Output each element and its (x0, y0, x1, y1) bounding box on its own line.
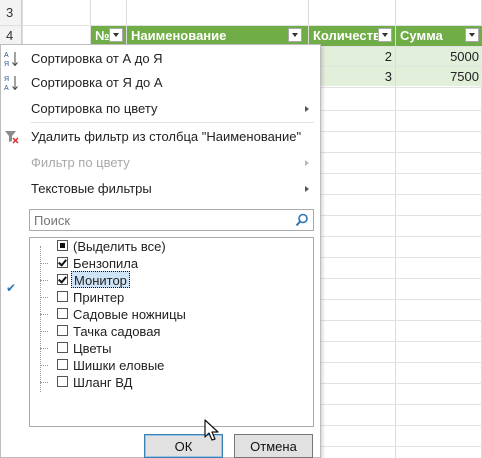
values-list[interactable]: (Выделить все) Бензопила Монитор Принтер… (29, 237, 314, 427)
search-icon[interactable] (295, 213, 309, 227)
list-item-label: Бензопила (73, 256, 139, 271)
tree-tick (40, 365, 48, 366)
sort-by-color-item[interactable]: Сортировка по цвету (1, 97, 320, 121)
header-label: Сумма (400, 28, 443, 43)
cell-sum[interactable]: 5000 (396, 47, 482, 66)
clear-filter-item[interactable]: Удалить фильтр из столбца "Наименование" (1, 125, 320, 149)
sort-desc-item[interactable]: ЯA Сортировка от Я до А (1, 71, 320, 95)
tree-tick (40, 314, 48, 315)
filter-by-color-item: Фильтр по цвету (1, 151, 320, 175)
clear-filter-icon (3, 128, 21, 146)
tree-tick (40, 297, 48, 298)
list-item-label: Монитор (71, 271, 130, 288)
sort-az-icon: AЯ (3, 50, 21, 68)
filter-dropdown-menu: AЯ Сортировка от А до Я ЯA Сортировка от… (0, 44, 321, 458)
item-checkbox[interactable] (57, 291, 68, 302)
cell-quantity[interactable]: 3 (309, 67, 395, 86)
submenu-arrow-icon (305, 186, 309, 192)
mouse-cursor-icon (204, 419, 219, 441)
dropdown-arrow-icon[interactable] (109, 28, 123, 42)
dropdown-arrow-icon[interactable] (378, 28, 392, 42)
svg-text:A: A (4, 85, 9, 92)
row-number[interactable]: 4 (0, 26, 22, 46)
item-checkbox[interactable] (57, 274, 68, 285)
item-checkbox[interactable] (57, 325, 68, 336)
clear-filter-label: Удалить фильтр из столбца "Наименование" (31, 129, 302, 144)
item-checkbox[interactable] (57, 376, 68, 387)
item-checkbox[interactable] (57, 342, 68, 353)
item-checkbox[interactable] (57, 308, 68, 319)
tree-tick (40, 382, 48, 383)
svg-text:Я: Я (4, 76, 9, 83)
list-item-label: Цветы (73, 341, 112, 356)
header-label: Количеств (313, 28, 381, 43)
list-item-label: Шишки еловые (73, 358, 165, 373)
menu-separator (31, 122, 314, 123)
sort-desc-label: Сортировка от Я до А (31, 75, 163, 90)
sort-asc-label: Сортировка от А до Я (31, 51, 163, 66)
item-checkbox[interactable] (57, 257, 68, 268)
search-input[interactable] (32, 211, 291, 229)
list-item-label: Принтер (73, 290, 125, 305)
tree-line (40, 246, 42, 392)
item-checkbox[interactable] (57, 359, 68, 370)
submenu-arrow-icon (305, 160, 309, 166)
cancel-button[interactable]: Отмена (234, 434, 313, 458)
list-item-label: Тачка садовая (73, 324, 161, 339)
select-all-checkbox[interactable] (57, 240, 68, 251)
svg-text:Я: Я (4, 61, 9, 68)
filter-by-color-label: Фильтр по цвету (31, 155, 130, 170)
list-item-label: Садовые ножницы (73, 307, 186, 322)
header-label: Наименование (131, 28, 227, 43)
svg-text:A: A (4, 52, 9, 59)
sort-za-icon: ЯA (3, 74, 21, 92)
list-item-label: (Выделить все) (73, 239, 166, 254)
tree-tick (40, 263, 48, 264)
tree-tick (40, 331, 48, 332)
search-box[interactable] (29, 209, 314, 231)
text-filters-item[interactable]: Текстовые фильтры (1, 177, 320, 201)
sort-by-color-label: Сортировка по цвету (31, 101, 158, 116)
sort-asc-item[interactable]: AЯ Сортировка от А до Я (1, 47, 320, 71)
submenu-arrow-icon (305, 106, 309, 112)
dropdown-arrow-icon[interactable] (465, 28, 479, 42)
filter-active-icon[interactable] (288, 28, 302, 42)
list-item-label: Шланг ВД (73, 375, 133, 390)
cell-sum[interactable]: 7500 (396, 67, 482, 86)
header-name: Наименование (127, 26, 308, 46)
cell-quantity[interactable]: 2 (309, 47, 395, 66)
text-filters-label: Текстовые фильтры (31, 181, 152, 196)
header-label: № (95, 28, 110, 43)
tree-tick (40, 280, 48, 281)
checkmark-icon: ✔ (6, 281, 17, 295)
row-number[interactable]: 3 (0, 0, 22, 26)
tree-tick (40, 348, 48, 349)
